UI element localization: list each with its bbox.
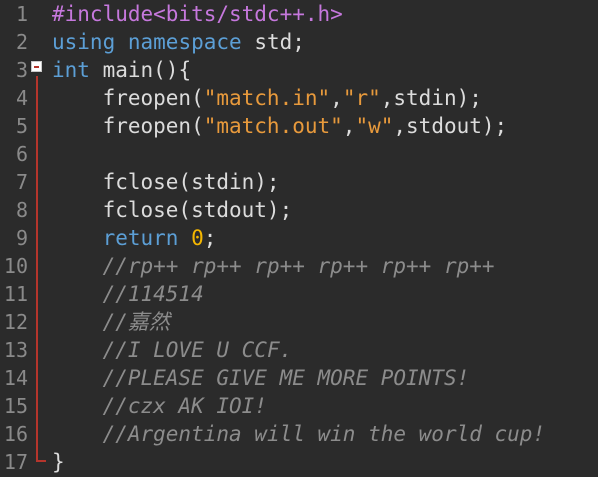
code-token: ,	[342, 114, 356, 138]
code-token: ,	[330, 86, 343, 110]
code-token: //嘉然	[102, 310, 170, 334]
code-token: //czx AK IOI!	[102, 394, 267, 418]
line-number: 9	[15, 226, 28, 250]
code-token: //PLEASE GIVE ME MORE POINTS!	[102, 366, 470, 390]
code-token: ,stdin);	[380, 86, 482, 110]
line-number: 13	[3, 338, 28, 362]
code-line: //I LOVE U CCF.	[52, 336, 293, 364]
code-token: "match.in"	[203, 86, 331, 110]
line-number: 11	[3, 282, 28, 306]
code-token: 0	[191, 226, 204, 250]
line-number: 16	[3, 422, 28, 446]
code-token: //I LOVE U CCF.	[102, 338, 293, 362]
code-line: fclose(stdout);	[52, 196, 293, 224]
line-number-gutter: 1 2 3 4 5 6 7 8 9 10 11 12 13 14 15 16 17	[0, 0, 46, 477]
code-token: return	[102, 226, 179, 250]
code-editor[interactable]: 1 2 3 4 5 6 7 8 9 10 11 12 13 14 15 16 17 #include<bits/…	[0, 0, 598, 477]
code-token: #include<bits/stdc++.h>	[52, 2, 343, 26]
fold-collapse-icon[interactable]	[31, 61, 42, 72]
line-number: 1	[15, 2, 28, 26]
code-token: ,stdout);	[393, 114, 508, 138]
line-number: 6	[15, 142, 28, 166]
line-number: 15	[3, 394, 28, 418]
line-number: 3	[15, 58, 28, 82]
code-token: "r"	[342, 86, 381, 110]
code-line: //114514	[52, 280, 204, 308]
line-number: 2	[15, 30, 28, 54]
minus-icon	[34, 66, 39, 68]
line-number: 17	[3, 450, 28, 474]
code-token: ;	[203, 226, 217, 250]
line-number: 8	[15, 198, 28, 222]
code-line: }	[52, 448, 65, 476]
code-token: freopen(	[52, 114, 204, 138]
code-line: int main(){	[52, 56, 191, 84]
line-number: 7	[15, 170, 28, 194]
code-line: //Argentina will win the world cup!	[52, 420, 546, 448]
code-token: "match.out"	[203, 114, 343, 138]
line-number: 5	[15, 114, 28, 138]
fold-range-end	[36, 460, 46, 462]
code-line: #include<bits/stdc++.h>	[52, 0, 343, 28]
line-number: 10	[3, 254, 28, 278]
code-token: int	[52, 58, 90, 82]
code-token: "w"	[355, 114, 394, 138]
line-number: 12	[3, 310, 28, 334]
code-token: using	[52, 30, 116, 54]
code-line: //嘉然	[52, 308, 170, 336]
code-line: freopen("match.in","r",stdin);	[52, 84, 482, 112]
code-token: std;	[241, 30, 305, 54]
code-token: fclose(stdout);	[52, 198, 293, 222]
code-line: //czx AK IOI!	[52, 392, 267, 420]
code-line: freopen("match.out","w",stdout);	[52, 112, 508, 140]
code-line: fclose(stdin);	[52, 168, 280, 196]
code-token: main(){	[89, 58, 192, 82]
line-number: 14	[3, 366, 28, 390]
code-line: //rp++ rp++ rp++ rp++ rp++ rp++	[52, 252, 495, 280]
code-line: //PLEASE GIVE ME MORE POINTS!	[52, 364, 470, 392]
code-token: namespace	[127, 30, 242, 54]
code-token: fclose(stdin);	[52, 170, 280, 194]
code-line: using namespace std;	[52, 28, 305, 56]
fold-range-line	[36, 76, 38, 462]
code-token: freopen(	[52, 86, 204, 110]
code-token: //rp++ rp++ rp++ rp++ rp++ rp++	[102, 254, 495, 278]
line-number: 4	[15, 86, 28, 110]
code-token: //114514	[102, 282, 204, 306]
code-token: }	[52, 450, 65, 474]
code-line: return 0;	[52, 224, 217, 252]
code-token: //Argentina will win the world cup!	[102, 422, 546, 446]
